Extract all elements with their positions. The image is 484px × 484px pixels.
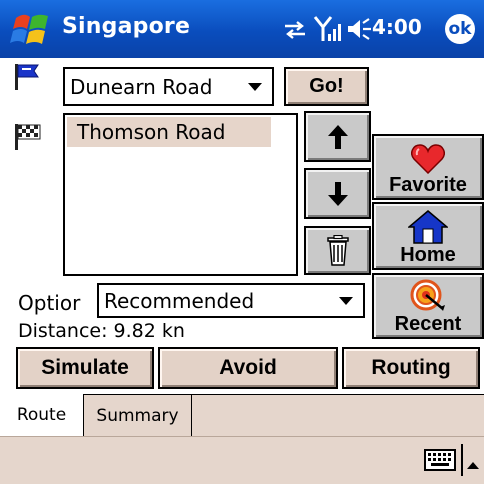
chevron-down-icon[interactable] [248,82,262,91]
routing-label: Routing [371,356,451,379]
sync-arrows-icon [283,19,307,41]
recent-button[interactable]: Recent [372,273,484,339]
routing-button[interactable]: Routing [342,347,480,389]
divider [461,444,463,476]
distance-text: Distance: 9.82 kn [18,320,185,342]
move-up-button[interactable] [304,111,371,162]
trash-icon [326,234,349,266]
arrow-down-icon [327,181,348,206]
home-button[interactable]: Home [372,202,484,270]
start-location-value: Dunearn Road [70,74,213,99]
speaker-icon[interactable] [346,17,372,41]
avoid-button[interactable]: Avoid [158,347,338,389]
clock[interactable]: 4:00 [372,15,422,39]
house-icon [408,210,448,244]
keyboard-icon[interactable] [424,449,456,471]
recent-label: Recent [394,313,462,335]
arrow-up-icon [327,124,348,149]
target-icon [410,279,445,311]
start-location-select[interactable]: Dunearn Road [63,67,274,106]
route-option-value: Recommended [104,288,255,313]
tab-route-label: Route [16,405,67,425]
favorite-label: Favorite [389,174,467,196]
list-item[interactable]: Thomson Road [67,117,271,147]
simulate-button[interactable]: Simulate [16,347,154,389]
favorite-button[interactable]: Favorite [372,134,484,200]
option-label: Optior [18,291,81,315]
signal-icon[interactable] [313,14,343,44]
route-option-select[interactable]: Recommended [97,283,365,318]
go-button-label: Go! [309,75,344,97]
delete-button[interactable] [304,226,371,275]
start-flag-icon [14,63,44,93]
menu-bar [0,436,484,484]
tab-route[interactable]: Route [0,394,84,436]
tab-summary[interactable]: Summary [84,394,192,436]
app-title: Singapore [62,14,191,39]
windows-start-icon[interactable] [10,8,52,50]
waypoint-label: Thomson Road [77,120,226,144]
simulate-label: Simulate [41,356,129,379]
ok-label: ok [448,19,472,39]
go-button[interactable]: Go! [284,67,369,106]
chevron-down-icon[interactable] [339,296,353,305]
heart-icon [411,144,445,174]
title-bar: Singapore 4:00 ok [0,0,484,58]
waypoint-list[interactable]: Thomson Road [63,113,298,276]
caret-up-icon[interactable] [466,455,480,469]
ok-button[interactable]: ok [445,14,475,44]
home-label: Home [400,244,456,266]
avoid-label: Avoid [219,356,277,379]
finish-flag-icon [14,122,44,152]
move-down-button[interactable] [304,168,371,219]
tab-summary-label: Summary [96,405,179,426]
